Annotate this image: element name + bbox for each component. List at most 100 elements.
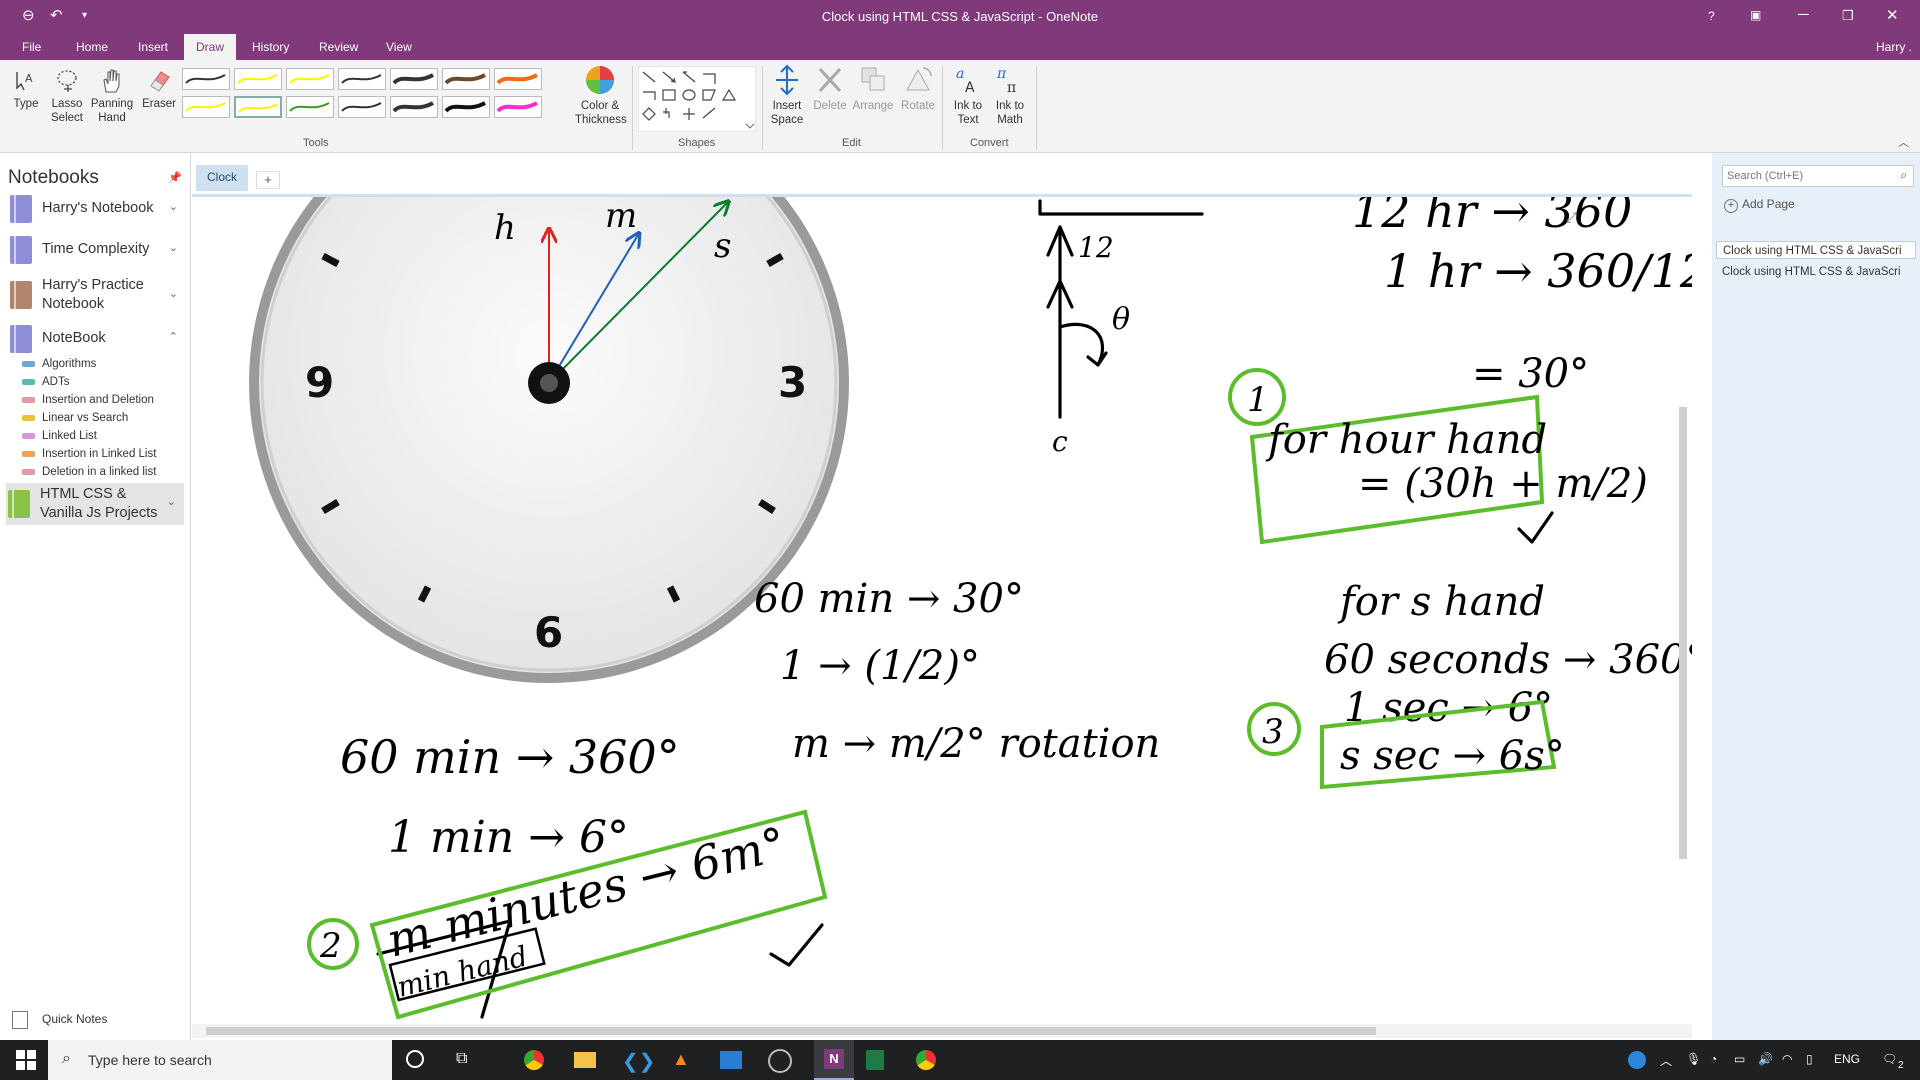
arrange-button[interactable]: Arrange [850,64,896,113]
minimize-button[interactable]: ─ [1798,6,1809,23]
page-item[interactable]: Clock using HTML CSS & JavaScri [1716,263,1916,281]
expand-page-icon[interactable]: ⤢ [1566,209,1577,226]
quick-notes-link[interactable]: Quick Notes [12,1011,107,1029]
volume-icon[interactable]: 🔊 [1758,1052,1773,1066]
help-tray-icon[interactable] [1628,1051,1646,1069]
microphone-icon[interactable]: 🎙 [1686,1052,1701,1066]
notepad-icon[interactable] [866,1050,884,1070]
pen-swatch[interactable] [494,96,542,118]
network-icon[interactable]: ◔ [1710,1052,1717,1066]
vlc-icon[interactable]: ▲ [672,1049,690,1070]
delete-button[interactable]: Delete [810,64,850,113]
notebook-notebook[interactable]: NoteBook ⌃ [8,321,186,357]
section-adts[interactable]: ADTs [22,376,69,388]
page-canvas[interactable]: 9 3 6 h m s 60 min → 360° 1 min → 6° m m… [192,83,1709,1027]
insert-space-button[interactable]: Insert Space [764,64,810,127]
chrome-icon[interactable] [524,1050,544,1070]
tab-file[interactable]: File [22,40,41,54]
notebook-harrys-practice[interactable]: Harry's Practice Notebook ⌄ [8,273,186,317]
search-box[interactable]: ⌕ [1722,165,1914,187]
tab-review[interactable]: Review [319,40,358,54]
search-input[interactable] [1723,167,1891,185]
rotate-button[interactable]: Rotate [896,64,940,113]
vscode-icon[interactable]: ❮❯ [622,1049,656,1074]
pin-icon[interactable]: 📌 [168,171,182,184]
section-linked-list[interactable]: Linked List [22,430,97,442]
restore-button[interactable]: ❐ [1842,8,1854,24]
section-insertion-linked-list[interactable]: Insertion in Linked List [22,448,156,460]
tab-clock[interactable]: Clock [196,165,248,191]
help-button[interactable]: ? [1708,9,1715,23]
windows-start-icon[interactable] [16,1050,36,1075]
section-color-tab [22,468,35,475]
type-button[interactable]: A Type [8,68,44,111]
eraser-button[interactable]: Eraser [140,68,178,111]
tab-view[interactable]: View [386,40,412,54]
shapes-gallery[interactable] [638,66,756,132]
ink-to-math-button[interactable]: ππ Ink to Math [990,64,1030,127]
close-button[interactable]: ✕ [1886,6,1899,24]
language-indicator[interactable]: ENG [1834,1052,1860,1066]
pen-swatch[interactable] [338,68,386,90]
chevron-down-icon[interactable]: ⌄ [169,287,178,300]
taskbar-search-input[interactable]: Type here to search [88,1052,212,1068]
page-item[interactable]: Clock using HTML CSS & JavaScri [1716,241,1916,259]
notebook-harrys-notebook[interactable]: Harry's Notebook ⌄ [8,191,186,227]
section-linear-vs-search[interactable]: Linear vs Search [22,412,128,424]
obs-icon[interactable] [768,1049,792,1073]
color-thickness-button[interactable]: Color & Thickness [575,64,627,127]
pen-swatch[interactable] [442,96,490,118]
chrome-icon[interactable] [916,1050,936,1070]
scrollbar-thumb[interactable] [1679,407,1687,859]
collapse-ribbon-icon[interactable]: ︿ [1898,134,1909,150]
cortana-icon[interactable] [406,1050,424,1068]
section-algorithms[interactable]: Algorithms [22,358,96,370]
pen-swatch[interactable] [494,68,542,90]
pen-swatch[interactable] [286,68,334,90]
tab-home[interactable]: Home [76,40,108,54]
battery-icon[interactable]: ▭ [1734,1052,1745,1066]
display-icon[interactable]: ▯ [1806,1052,1813,1066]
pen-swatch[interactable] [390,68,438,90]
lasso-select-button[interactable]: Lasso Select [48,68,86,125]
pen-swatch[interactable] [390,96,438,118]
pen-swatch[interactable] [234,68,282,90]
ribbon-display-icon[interactable]: ▣ [1750,8,1761,22]
horizontal-scrollbar[interactable] [192,1024,1692,1038]
tab-insert[interactable]: Insert [138,40,168,54]
taskbar-search[interactable]: ⌕ Type here to search [48,1040,392,1080]
chevron-up-icon[interactable]: ︿ [1660,1052,1672,1069]
user-name[interactable]: Harry . [1876,40,1912,54]
pen-swatch[interactable] [286,96,334,118]
notifications-icon[interactable]: 🗨 [1882,1052,1897,1066]
notebook-icon [8,490,30,518]
file-explorer-icon[interactable] [574,1052,596,1068]
pen-swatch[interactable] [234,96,282,118]
notebook-time-complexity[interactable]: Time Complexity ⌄ [8,232,186,268]
type-cursor-icon: A [16,72,33,91]
task-view-icon[interactable]: ⧉ [456,1050,467,1068]
chevron-down-icon[interactable]: ⌄ [169,241,178,254]
section-deletion-linked-list[interactable]: Deletion in a linked list [22,466,156,478]
scrollbar-thumb[interactable] [206,1027,1376,1035]
onenote-taskbar-button[interactable]: N [814,1040,854,1080]
search-icon[interactable]: ⌕ [1900,168,1907,183]
tab-history[interactable]: History [252,40,289,54]
add-page-button[interactable]: + Add Page [1724,197,1795,213]
section-insertion-deletion[interactable]: Insertion and Deletion [22,394,154,406]
chevron-up-icon[interactable]: ⌃ [169,330,178,343]
chevron-down-icon[interactable]: ⌄ [169,200,178,213]
panning-hand-button[interactable]: Panning Hand [88,68,136,125]
pen-swatch[interactable] [338,96,386,118]
wifi-icon[interactable]: ◠ [1782,1052,1792,1066]
tab-draw[interactable]: Draw [184,34,237,60]
vertical-scrollbar[interactable] [1676,231,1690,991]
pen-swatch[interactable] [442,68,490,90]
ink-to-text-button[interactable]: aA Ink to Text [948,64,988,127]
add-section-button[interactable]: + [256,171,280,189]
pen-swatch[interactable] [182,96,230,118]
chevron-down-icon[interactable]: ⌄ [167,495,176,508]
pen-swatch[interactable] [182,68,230,90]
photos-icon[interactable] [720,1051,742,1069]
notebook-html-css-vanilla-js[interactable]: HTML CSS & Vanilla Js Projects ⌄ [6,483,184,525]
